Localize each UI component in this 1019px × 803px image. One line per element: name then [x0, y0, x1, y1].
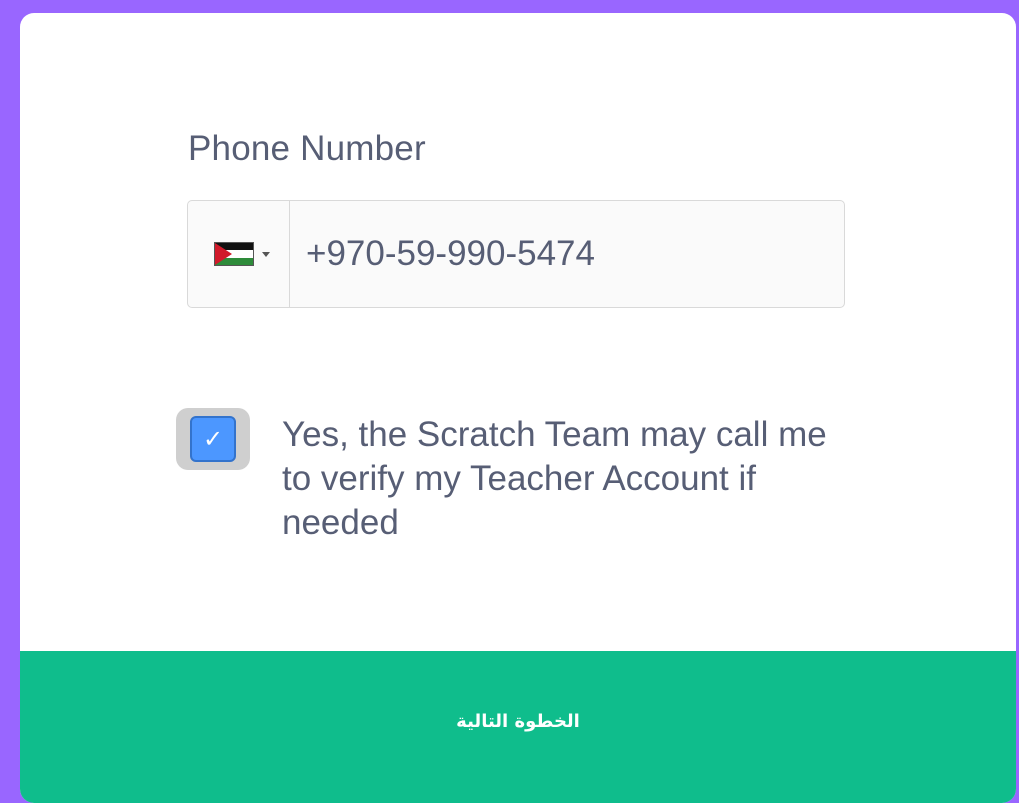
phone-input-group	[187, 200, 845, 308]
next-step-button[interactable]: الخطوة التالية	[20, 651, 1016, 803]
caret-down-icon	[261, 251, 270, 257]
phone-number-label: Phone Number	[188, 129, 426, 168]
window-frame: Phone Number ✓ Yes, the Scratch Team may…	[0, 0, 1019, 803]
checkmark-icon: ✓	[190, 416, 236, 462]
phone-number-input[interactable]	[290, 201, 844, 307]
palestine-flag-icon	[213, 242, 254, 266]
registration-card: Phone Number ✓ Yes, the Scratch Team may…	[20, 13, 1016, 803]
country-code-dropdown[interactable]	[188, 201, 290, 307]
verify-consent-label[interactable]: Yes, the Scratch Team may call me to ver…	[282, 413, 842, 545]
verify-consent-checkbox[interactable]: ✓	[176, 408, 250, 470]
